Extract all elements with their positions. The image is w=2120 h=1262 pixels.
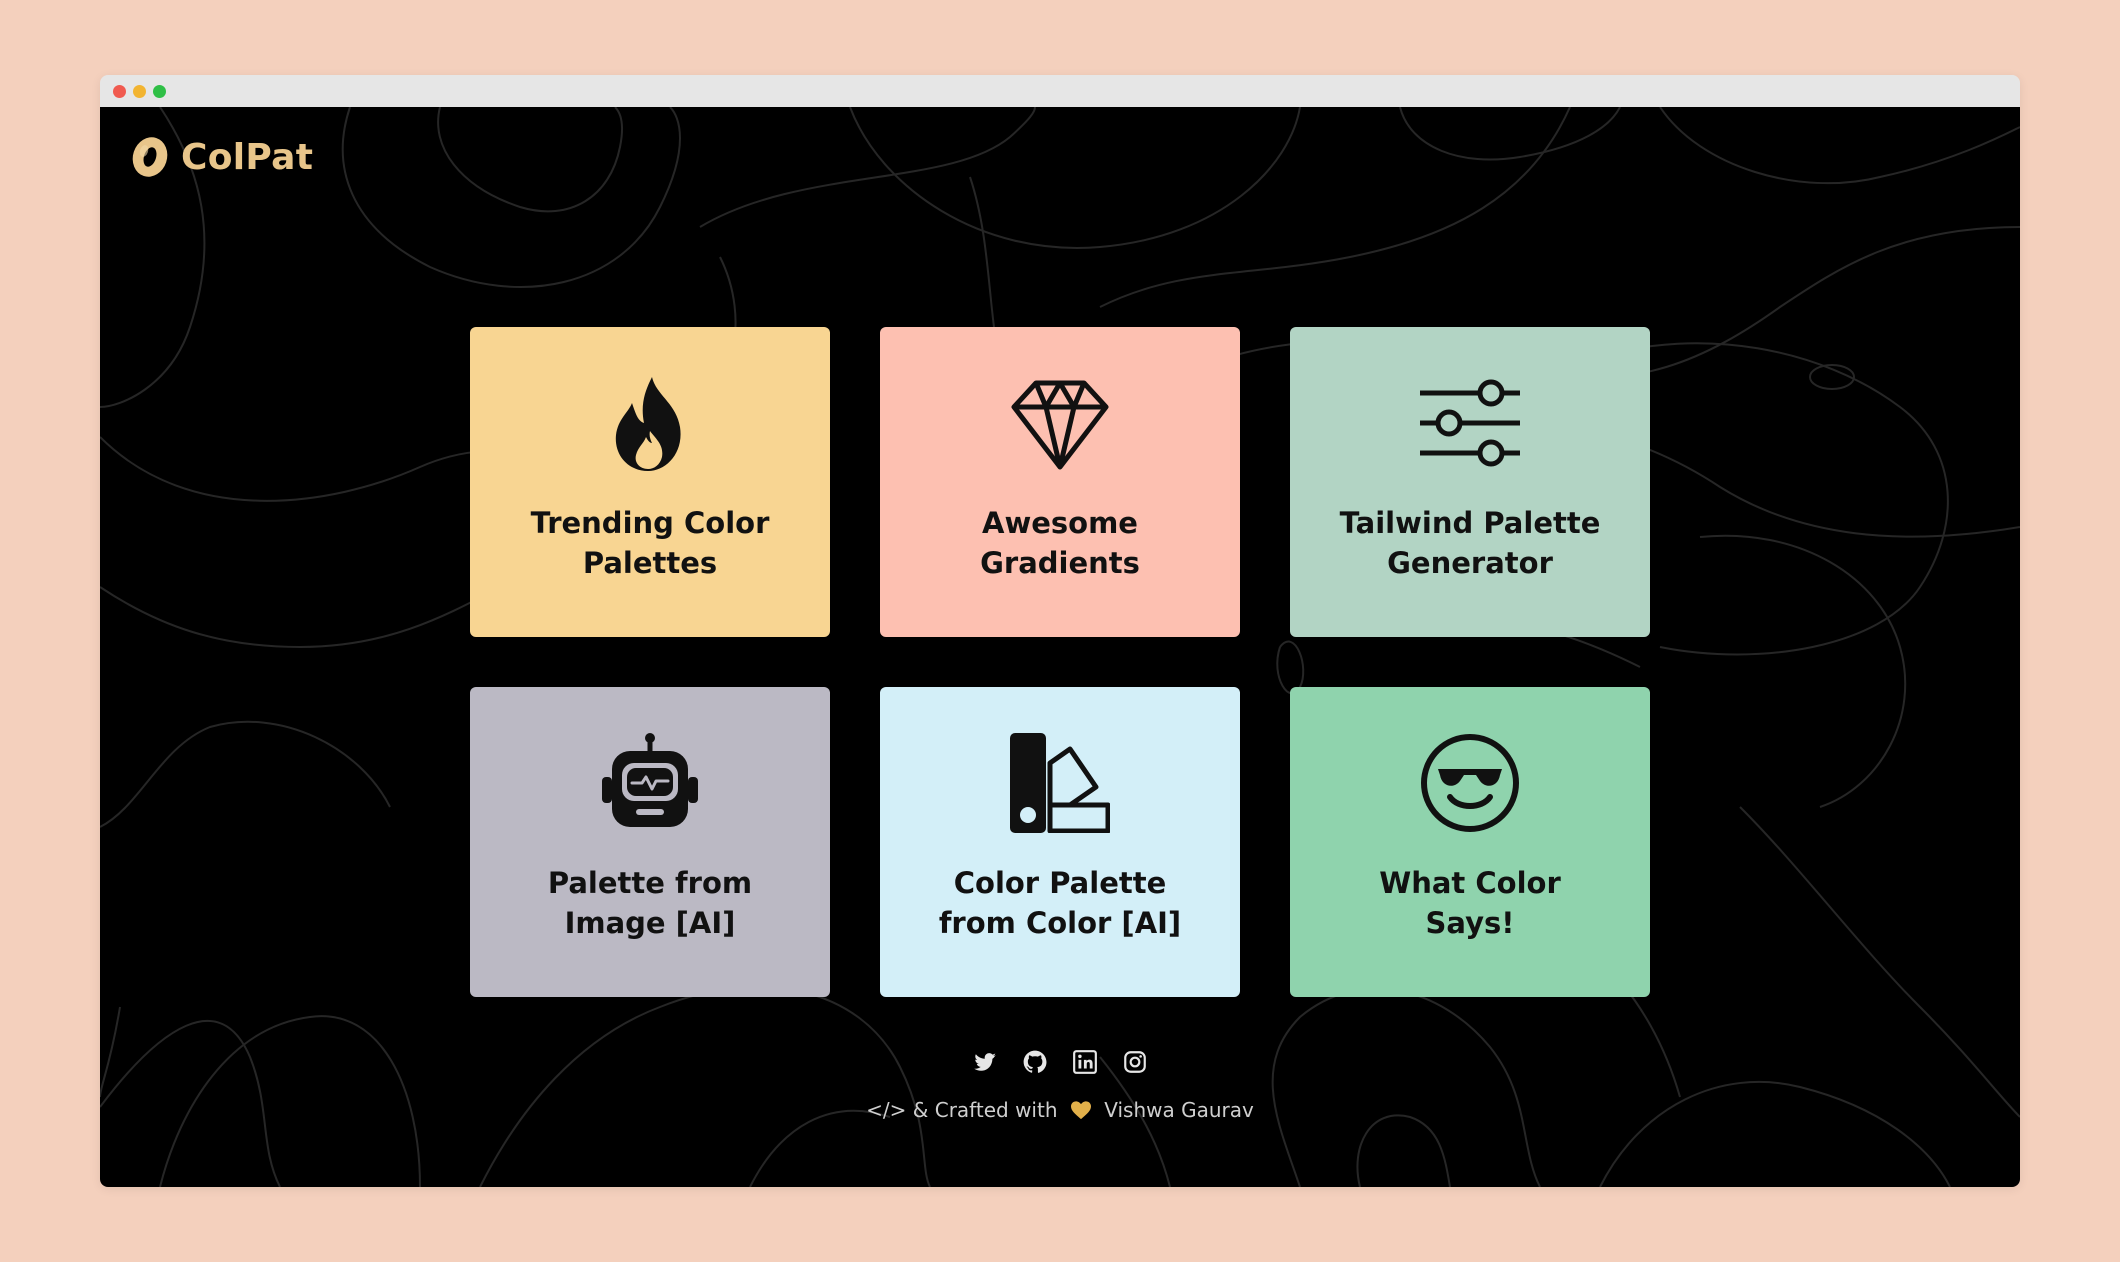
card-label: Awesome Gradients — [980, 506, 1140, 580]
maximize-window-dot[interactable] — [153, 85, 166, 98]
donut-logo-icon — [132, 137, 168, 177]
card-label: What Color Says! — [1379, 866, 1561, 940]
card-palette-from-image-ai[interactable]: Palette from Image [AI] — [470, 687, 830, 997]
robot-icon — [602, 733, 698, 827]
minimize-window-dot[interactable] — [133, 85, 146, 98]
card-trending-color-palettes[interactable]: Trending Color Palettes — [470, 327, 830, 637]
window-titlebar — [100, 75, 2020, 107]
twitter-icon[interactable] — [972, 1049, 998, 1075]
card-color-palette-from-color-ai[interactable]: Color Palette from Color [AI] — [880, 687, 1240, 997]
instagram-icon[interactable] — [1122, 1049, 1148, 1075]
card-label: Color Palette from Color [AI] — [938, 866, 1182, 940]
card-what-color-says[interactable]: What Color Says! — [1290, 687, 1650, 997]
browser-window: ColPat Trending Color Palettes Awesome G… — [100, 75, 2020, 1187]
diamond-icon — [1011, 380, 1109, 470]
card-tailwind-palette-generator[interactable]: Tailwind Palette Generator — [1290, 327, 1650, 637]
app-name: ColPat — [181, 136, 314, 178]
card-label: Tailwind Palette Generator — [1339, 506, 1601, 580]
app-logo[interactable]: ColPat — [130, 135, 313, 179]
footer-credit: </> & Crafted with Vishwa Gaurav — [100, 1097, 2020, 1123]
sliders-icon — [1420, 379, 1520, 467]
cool-face-icon — [1421, 734, 1519, 832]
swatch-icon — [1010, 733, 1110, 833]
footer-author-link[interactable]: Vishwa Gaurav — [1104, 1098, 1254, 1122]
linkedin-icon[interactable] — [1072, 1049, 1098, 1075]
card-label: Trending Color Palettes — [530, 506, 770, 580]
topographic-background — [100, 107, 2020, 1187]
close-window-dot[interactable] — [113, 85, 126, 98]
card-awesome-gradients[interactable]: Awesome Gradients — [880, 327, 1240, 637]
page-content: ColPat Trending Color Palettes Awesome G… — [100, 107, 2020, 1187]
fire-icon — [615, 377, 681, 471]
github-icon[interactable] — [1022, 1049, 1048, 1075]
card-label: Palette from Image [AI] — [547, 866, 753, 940]
heart-icon — [1070, 1101, 1091, 1120]
footer-prefix: </> & Crafted with — [866, 1098, 1058, 1122]
